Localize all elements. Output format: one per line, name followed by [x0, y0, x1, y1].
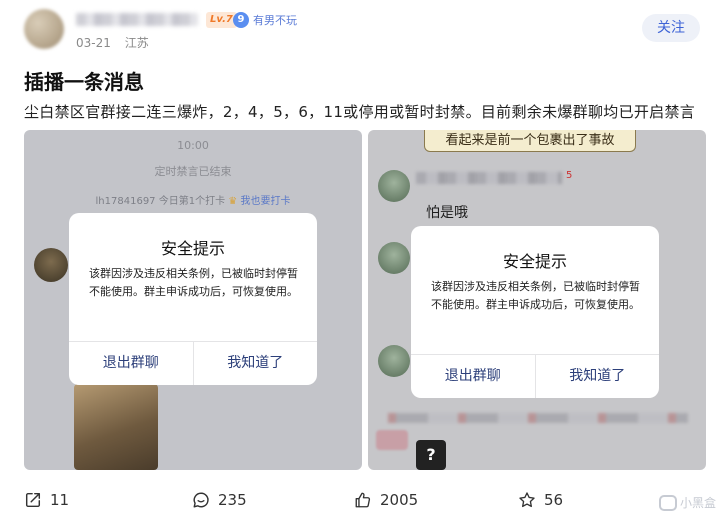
chat-time: 10:00 — [177, 139, 209, 152]
post-date: 03-21 — [76, 36, 111, 50]
chat-member-avatar — [378, 170, 410, 202]
chat-sticker — [376, 430, 408, 450]
thumbs-up-icon — [355, 492, 371, 508]
exit-group-button[interactable]: 退出群聊 — [69, 342, 193, 385]
medal-badge: 9 有男不玩 — [233, 11, 297, 29]
post-action-bar: 11 235 2005 56 — [24, 488, 700, 512]
chat-checkin-notice: lh17841697 今日第1个打卡 ♛ 我也要打卡 — [24, 192, 362, 207]
exit-group-button[interactable]: 退出群聊 — [411, 355, 535, 398]
chat-blurred-row — [388, 413, 688, 423]
post-meta: 03-21 江苏 — [76, 34, 149, 51]
dialog-message: 该群因涉及违反相关条例，已被临时封停暂不能使用。群主申诉成功后，可恢复使用。 — [89, 267, 298, 298]
dialog-message: 该群因涉及违反相关条例，已被临时封停暂不能使用。群主申诉成功后，可恢复使用。 — [431, 280, 640, 311]
like-button[interactable]: 2005 — [354, 488, 418, 512]
chat-message-text: 怕是哦 — [426, 205, 468, 221]
watermark: 小黑盒 — [658, 494, 716, 511]
chat-member-name-blurred — [416, 172, 562, 184]
comment-icon — [193, 492, 209, 508]
comment-count: 235 — [218, 491, 247, 509]
acknowledge-button[interactable]: 我知道了 — [534, 355, 660, 398]
checkin-text: 今日第1个打卡 — [158, 196, 226, 207]
checkin-action: 我也要打卡 — [240, 196, 291, 207]
author-name-blurred[interactable] — [76, 13, 198, 26]
dialog-actions: 退出群聊 我知道了 — [411, 354, 659, 398]
post-title: 插播一条消息 — [24, 70, 144, 94]
share-button[interactable]: 11 — [24, 488, 69, 512]
share-count: 11 — [50, 491, 70, 509]
question-mark-icon: ? — [416, 440, 446, 470]
share-icon — [25, 492, 41, 508]
screenshot-image-left[interactable]: 10:00 定时禁言已结束 lh17841697 今日第1个打卡 ♛ 我也要打卡… — [24, 130, 362, 470]
chat-member-avatar — [34, 248, 68, 282]
security-alert-dialog: 安全提示 该群因涉及违反相关条例，已被临时封停暂不能使用。群主申诉成功后，可恢复… — [69, 213, 317, 385]
chat-member-avatar — [378, 242, 410, 274]
author-avatar[interactable] — [24, 9, 64, 49]
comment-button[interactable]: 235 — [192, 488, 247, 512]
chat-image-message — [74, 384, 158, 470]
star-icon — [519, 492, 535, 508]
favorite-count: 56 — [544, 491, 564, 509]
dialog-title: 安全提示 — [502, 252, 567, 271]
dialog-title: 安全提示 — [160, 239, 225, 258]
trophy-icon: ♛ — [228, 196, 238, 207]
acknowledge-button[interactable]: 我知道了 — [192, 342, 318, 385]
post-location: 江苏 — [124, 36, 149, 50]
chat-system-notice: 定时禁言已结束 — [154, 165, 232, 178]
chat-member-name-tail: 5 — [566, 170, 573, 181]
security-alert-dialog: 安全提示 该群因涉及违反相关条例，已被临时封停暂不能使用。群主申诉成功后，可恢复… — [411, 226, 659, 398]
post-body: 尘白禁区官群接二连三爆炸，2，4，5，6，11或停用或暂时封禁。目前剩余未爆群聊… — [24, 103, 696, 121]
medal-label: 有男不玩 — [253, 14, 297, 27]
like-count: 2005 — [380, 491, 419, 509]
screenshot-image-right[interactable]: 看起来是前一个包裹出了事故 5 怕是哦 ? 安全提示 该群因涉及违反相关条例，已… — [368, 130, 706, 470]
favorite-button[interactable]: 56 — [518, 488, 563, 512]
checkin-user: lh17841697 — [95, 196, 156, 207]
medal-icon: 9 — [233, 12, 249, 28]
watermark-text: 小黑盒 — [679, 496, 716, 510]
dialog-actions: 退出群聊 我知道了 — [69, 341, 317, 385]
follow-button[interactable]: 关注 — [642, 14, 700, 42]
author-header: Lv.7 9 有男不玩 03-21 江苏 关注 — [24, 6, 700, 52]
watermark-logo-icon — [658, 494, 677, 511]
chat-banner: 看起来是前一个包裹出了事故 — [424, 130, 636, 152]
chat-member-avatar — [378, 345, 410, 377]
